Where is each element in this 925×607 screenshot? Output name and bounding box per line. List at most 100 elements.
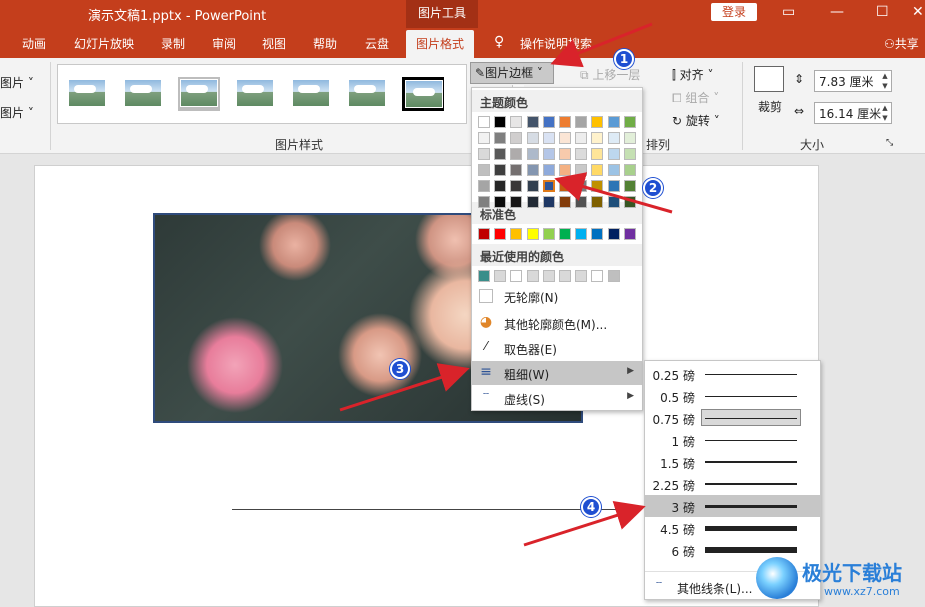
style-thumb-7[interactable] (402, 77, 444, 111)
standard-color-swatch[interactable] (607, 228, 620, 240)
recent-color-swatch[interactable] (559, 270, 571, 282)
weight-option[interactable]: 3 磅 (645, 495, 820, 517)
style-thumb-2[interactable] (122, 77, 164, 111)
recent-color-swatch[interactable] (575, 270, 588, 282)
theme-shade-swatch[interactable] (542, 180, 555, 192)
tab-review[interactable]: 审阅 (212, 35, 236, 52)
eyedropper-item[interactable]: ⁄ 取色器(E) (472, 336, 642, 360)
tab-cloud[interactable]: 云盘 (365, 35, 389, 52)
width-input[interactable]: 16.14 厘米 ▲ ▼ (814, 102, 892, 124)
theme-shade-swatch[interactable] (526, 132, 539, 144)
recent-color-swatch[interactable] (542, 270, 555, 282)
standard-color-swatch[interactable] (494, 228, 507, 240)
height-input[interactable]: 7.83 厘米 ▲ ▼ (814, 70, 892, 92)
align-button[interactable]: ⫿ 对齐 ˅ (672, 66, 714, 83)
theme-color-swatch[interactable] (542, 116, 555, 128)
standard-color-swatch[interactable] (478, 228, 490, 240)
close-icon[interactable]: ✕ (912, 4, 924, 20)
lightbulb-icon[interactable]: ♀ (494, 34, 504, 50)
theme-shade-swatch[interactable] (559, 132, 571, 144)
left-picture-button-1[interactable]: 图片 ˅ (0, 74, 34, 91)
standard-color-swatch[interactable] (510, 228, 523, 240)
theme-shade-swatch[interactable] (494, 164, 507, 176)
theme-color-swatch[interactable] (559, 116, 571, 128)
dashes-item[interactable]: ┄ 虚线(S) ▶ (472, 386, 642, 410)
style-thumb-3[interactable] (178, 77, 220, 111)
tab-help[interactable]: 帮助 (313, 35, 337, 52)
standard-color-swatch[interactable] (526, 228, 539, 240)
weight-option[interactable]: 1 磅 (645, 429, 820, 451)
login-button[interactable]: 登录 (711, 3, 757, 21)
tab-animations[interactable]: 动画 (22, 35, 46, 52)
theme-shade-swatch[interactable] (559, 148, 571, 160)
theme-shade-swatch[interactable] (607, 180, 620, 192)
recent-color-swatch[interactable] (510, 270, 523, 282)
more-outline-colors-item[interactable]: ◕ 其他轮廓颜色(M)... (472, 311, 642, 335)
theme-shade-swatch[interactable] (542, 164, 555, 176)
theme-shade-swatch[interactable] (478, 148, 490, 160)
theme-shade-swatch[interactable] (623, 196, 636, 208)
weight-option[interactable]: 0.75 磅 (645, 407, 820, 429)
theme-shade-swatch[interactable] (559, 180, 571, 192)
height-spinner[interactable]: ▲ ▼ (879, 71, 891, 91)
style-thumb-6[interactable] (346, 77, 388, 111)
theme-shade-swatch[interactable] (542, 132, 555, 144)
standard-color-swatch[interactable] (591, 228, 604, 240)
style-thumb-4[interactable] (234, 77, 276, 111)
bring-forward-button[interactable]: ⧉ 上移一层 (580, 66, 640, 83)
theme-shade-swatch[interactable] (510, 132, 523, 144)
theme-shade-swatch[interactable] (559, 196, 571, 208)
theme-color-swatch[interactable] (526, 116, 539, 128)
theme-shade-swatch[interactable] (623, 148, 636, 160)
theme-color-swatch[interactable] (591, 116, 604, 128)
theme-shade-swatch[interactable] (494, 180, 507, 192)
theme-shade-swatch[interactable] (623, 180, 636, 192)
theme-color-swatch[interactable] (494, 116, 507, 128)
theme-shade-swatch[interactable] (494, 148, 507, 160)
theme-color-swatch[interactable] (623, 116, 636, 128)
theme-shade-swatch[interactable] (526, 180, 539, 192)
theme-shade-swatch[interactable] (591, 132, 604, 144)
style-thumb-1[interactable] (66, 77, 108, 111)
theme-shade-swatch[interactable] (575, 180, 588, 192)
standard-color-swatch[interactable] (623, 228, 636, 240)
tab-slideshow[interactable]: 幻灯片放映 (74, 35, 134, 52)
theme-shade-swatch[interactable] (623, 132, 636, 144)
theme-color-swatch[interactable] (510, 116, 523, 128)
size-dialog-launcher-icon[interactable]: ⤡ (886, 138, 893, 148)
share-button[interactable]: ⚇共享 (884, 35, 919, 52)
recent-color-swatch[interactable] (591, 270, 604, 282)
theme-shade-swatch[interactable] (478, 196, 490, 208)
recent-color-swatch[interactable] (494, 270, 507, 282)
theme-shade-swatch[interactable] (575, 164, 588, 176)
weight-option[interactable]: 2.25 磅 (645, 473, 820, 495)
weight-option[interactable]: 1.5 磅 (645, 451, 820, 473)
width-spinner[interactable]: ▲ ▼ (879, 103, 891, 123)
theme-shade-swatch[interactable] (575, 132, 588, 144)
tell-me-search[interactable]: 操作说明搜索 (520, 35, 592, 52)
theme-color-swatch[interactable] (478, 116, 490, 128)
theme-shade-swatch[interactable] (607, 164, 620, 176)
theme-shade-swatch[interactable] (510, 196, 523, 208)
theme-shade-swatch[interactable] (591, 164, 604, 176)
theme-color-swatch[interactable] (607, 116, 620, 128)
theme-shade-swatch[interactable] (478, 164, 490, 176)
group-button[interactable]: ⧠ 组合 ˅ (672, 89, 719, 106)
theme-shade-swatch[interactable] (623, 164, 636, 176)
theme-shade-swatch[interactable] (575, 148, 588, 160)
weight-option[interactable]: 0.5 磅 (645, 385, 820, 407)
theme-shade-swatch[interactable] (542, 196, 555, 208)
theme-shade-swatch[interactable] (591, 180, 604, 192)
weight-option[interactable]: 4.5 磅 (645, 517, 820, 539)
theme-color-swatch[interactable] (575, 116, 588, 128)
theme-shade-swatch[interactable] (478, 132, 490, 144)
theme-shade-swatch[interactable] (542, 148, 555, 160)
picture-border-button[interactable]: ✎图片边框 ˅ (470, 62, 554, 84)
theme-shade-swatch[interactable] (575, 196, 588, 208)
theme-shade-swatch[interactable] (510, 164, 523, 176)
tab-view[interactable]: 视图 (262, 35, 286, 52)
theme-shade-swatch[interactable] (526, 164, 539, 176)
crop-button[interactable]: 裁剪 (758, 98, 782, 115)
theme-shade-swatch[interactable] (494, 196, 507, 208)
recent-color-swatch[interactable] (478, 270, 490, 282)
